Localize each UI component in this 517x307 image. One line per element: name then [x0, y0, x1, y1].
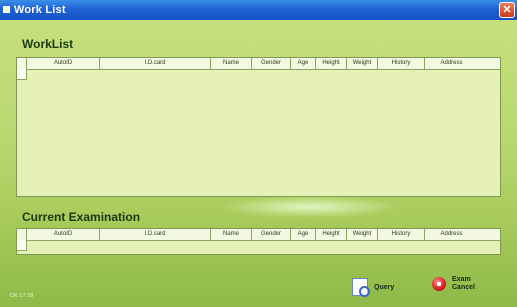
app-icon	[3, 6, 10, 13]
worklist-grid[interactable]: AutoID I.D.card Name Gender Age Height W…	[16, 57, 501, 197]
exam-title: Current Examination	[22, 210, 141, 224]
col-gender[interactable]: Gender	[252, 229, 291, 240]
col-height[interactable]: Height	[316, 58, 347, 69]
col-idcard[interactable]: I.D.card	[100, 58, 211, 69]
query-button[interactable]: Query	[352, 278, 395, 297]
close-icon: ✕	[502, 4, 512, 16]
query-label: Query	[374, 283, 395, 291]
col-age[interactable]: Age	[291, 229, 316, 240]
col-name[interactable]: Name	[211, 229, 252, 240]
magnifier-document-icon	[352, 278, 370, 297]
row-selector[interactable]	[17, 240, 27, 251]
header-corner	[17, 58, 27, 69]
col-history[interactable]: History	[378, 229, 425, 240]
worklist-title: WorkList	[22, 37, 74, 51]
row-selector[interactable]	[17, 69, 27, 80]
status-text: OK 17:38	[10, 293, 34, 299]
exam-cancel-label: Exam Cancel	[452, 276, 475, 291]
col-name[interactable]: Name	[211, 58, 252, 69]
stop-icon	[432, 277, 446, 291]
col-autoid[interactable]: AutoID	[27, 58, 100, 69]
exam-header-row: AutoID I.D.card Name Gender Age Height W…	[17, 229, 500, 241]
col-history[interactable]: History	[378, 58, 425, 69]
col-idcard[interactable]: I.D.card	[100, 229, 211, 240]
col-address[interactable]: Address	[425, 229, 478, 240]
header-corner	[17, 229, 27, 240]
col-address[interactable]: Address	[425, 58, 478, 69]
exam-cancel-button[interactable]: Exam Cancel	[432, 276, 475, 292]
worklist-window: Work List ✕ WorkList AutoID I.D.card Nam…	[0, 0, 517, 307]
col-age[interactable]: Age	[291, 58, 316, 69]
col-weight[interactable]: Weight	[347, 58, 378, 69]
title-bar[interactable]: Work List ✕	[0, 0, 517, 20]
col-weight[interactable]: Weight	[347, 229, 378, 240]
exam-grid[interactable]: AutoID I.D.card Name Gender Age Height W…	[16, 228, 501, 255]
col-height[interactable]: Height	[316, 229, 347, 240]
decorative-glow	[220, 196, 400, 218]
worklist-header-row: AutoID I.D.card Name Gender Age Height W…	[17, 58, 500, 70]
close-button[interactable]: ✕	[499, 2, 515, 18]
window-title: Work List	[14, 4, 66, 16]
col-gender[interactable]: Gender	[252, 58, 291, 69]
col-autoid[interactable]: AutoID	[27, 229, 100, 240]
